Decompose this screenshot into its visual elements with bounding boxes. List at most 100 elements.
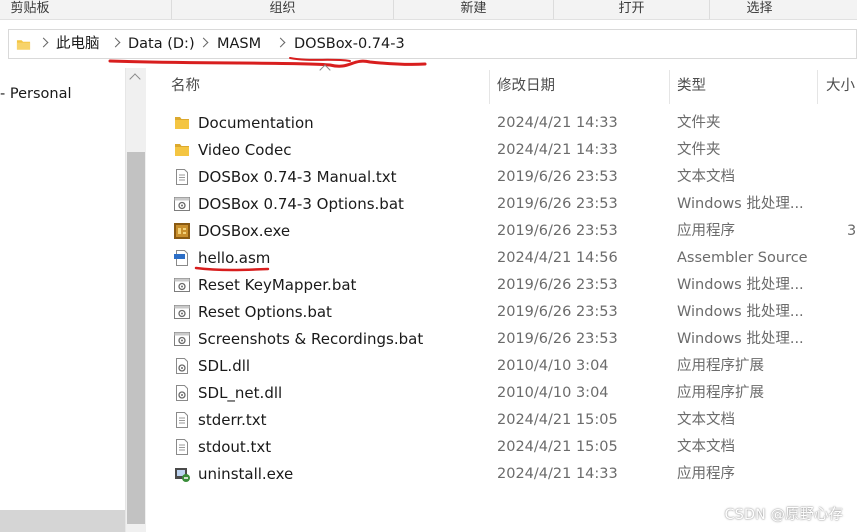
file-type: 文件夹 [677, 142, 721, 158]
file-row[interactable]: stderr.txt 2024/4/21 15:05 文本文档 [164, 407, 857, 434]
uninstall-app-icon [173, 465, 191, 483]
file-name[interactable]: DOSBox.exe [198, 218, 290, 245]
file-date: 2010/4/10 3:04 [497, 385, 609, 401]
file-name[interactable]: DOSBox 0.74-3 Manual.txt [198, 164, 397, 191]
file-row[interactable]: hello.asm 2024/4/21 14:56 Assembler Source [164, 245, 857, 272]
ribbon-group-select: 选择 [709, 0, 809, 19]
file-type: 文本文档 [677, 412, 735, 428]
file-row[interactable]: DOSBox 0.74-3 Options.bat 2019/6/26 23:53… [164, 191, 857, 218]
watermark: CSDN @原野心存 [724, 507, 843, 523]
file-name[interactable]: stderr.txt [198, 407, 267, 434]
file-type: 文件夹 [677, 115, 721, 131]
column-divider[interactable] [817, 70, 818, 104]
dosbox-app-icon [173, 222, 191, 240]
file-name[interactable]: Reset Options.bat [198, 299, 332, 326]
file-name[interactable]: Video Codec [198, 137, 291, 164]
file-row[interactable]: SDL.dll 2010/4/10 3:04 应用程序扩展 [164, 353, 857, 380]
file-type: 文本文档 [677, 169, 735, 185]
chevron-right-icon[interactable] [38, 37, 49, 48]
text-file-icon [173, 438, 191, 456]
file-date: 2024/4/21 15:05 [497, 412, 618, 428]
file-row[interactable]: stdout.txt 2024/4/21 15:05 文本文档 [164, 434, 857, 461]
file-date: 2019/6/26 23:53 [497, 277, 618, 293]
folder-icon [173, 141, 191, 159]
folder-icon [16, 37, 31, 56]
vertical-scrollbar[interactable] [125, 68, 146, 532]
text-file-icon [173, 168, 191, 186]
file-date: 2019/6/26 23:53 [497, 169, 618, 185]
file-type: 文本文档 [677, 439, 735, 455]
file-row[interactable]: Video Codec 2024/4/21 14:33 文件夹 [164, 137, 857, 164]
ribbon-group-open: 打开 [553, 0, 709, 19]
file-name[interactable]: hello.asm [198, 245, 270, 272]
file-date: 2024/4/21 15:05 [497, 439, 618, 455]
folder-icon [173, 114, 191, 132]
batch-file-icon [173, 330, 191, 348]
file-name[interactable]: Screenshots & Recordings.bat [198, 326, 423, 353]
file-row[interactable]: SDL_net.dll 2010/4/10 3:04 应用程序扩展 [164, 380, 857, 407]
file-list: Documentation 2024/4/21 14:33 文件夹 Video Cod… [164, 110, 857, 488]
file-type: 应用程序 [677, 223, 735, 239]
file-date: 2019/6/26 23:53 [497, 196, 618, 212]
batch-file-icon [173, 195, 191, 213]
file-date: 2024/4/21 14:56 [497, 250, 618, 266]
file-name[interactable]: SDL_net.dll [198, 380, 282, 407]
file-type: Windows 批处理... [677, 331, 804, 347]
chevron-right-icon[interactable] [275, 37, 286, 48]
chevron-right-icon[interactable] [110, 37, 121, 48]
file-type: 应用程序扩展 [677, 385, 764, 401]
file-name[interactable]: Reset KeyMapper.bat [198, 272, 356, 299]
file-row[interactable]: uninstall.exe 2024/4/21 14:33 应用程序 [164, 461, 857, 488]
dll-file-icon [173, 384, 191, 402]
chevron-right-icon[interactable] [198, 37, 209, 48]
file-name[interactable]: uninstall.exe [198, 461, 293, 488]
breadcrumb-this-pc[interactable]: 此电脑 [56, 30, 100, 58]
column-header-type[interactable]: 类型 [677, 70, 817, 104]
file-name[interactable]: SDL.dll [198, 353, 250, 380]
ribbon-group-clipboard: 剪贴板 [10, 1, 50, 16]
column-header-name[interactable]: 名称 [171, 70, 489, 104]
file-row[interactable]: Reset KeyMapper.bat 2019/6/26 23:53 Window… [164, 272, 857, 299]
chevron-up-icon[interactable] [129, 73, 141, 85]
file-type: 应用程序扩展 [677, 358, 764, 374]
file-row[interactable]: Reset Options.bat 2019/6/26 23:53 Windows … [164, 299, 857, 326]
breadcrumb-drive[interactable]: Data (D:) [128, 30, 195, 58]
batch-file-icon [173, 276, 191, 294]
text-file-icon [173, 411, 191, 429]
dll-file-icon [173, 357, 191, 375]
address-bar[interactable]: 此电脑 Data (D:) MASM DOSBox-0.74-3 [8, 29, 857, 59]
file-date: 2019/6/26 23:53 [497, 331, 618, 347]
file-date: 2019/6/26 23:53 [497, 223, 618, 239]
file-name[interactable]: DOSBox 0.74-3 Options.bat [198, 191, 404, 218]
navigation-pane: - Personal [0, 68, 125, 532]
ribbon-group-organize: 组织 [171, 0, 393, 19]
breadcrumb-masm[interactable]: MASM [217, 30, 261, 58]
file-type: Windows 批处理... [677, 196, 804, 212]
file-type: Assembler Source [677, 250, 808, 266]
column-header-date[interactable]: 修改日期 [497, 70, 669, 104]
file-type: Windows 批处理... [677, 304, 804, 320]
file-row[interactable]: DOSBox.exe 2019/6/26 23:53 应用程序 3 [164, 218, 857, 245]
breadcrumb-dosbox[interactable]: DOSBox-0.74-3 [294, 30, 405, 58]
asm-file-icon [173, 249, 191, 267]
scrollbar-thumb[interactable] [127, 152, 145, 524]
nav-item-personal[interactable]: - Personal [0, 86, 71, 102]
file-date: 2019/6/26 23:53 [497, 304, 618, 320]
file-type: Windows 批处理... [677, 277, 804, 293]
file-row[interactable]: Screenshots & Recordings.bat 2019/6/26 23… [164, 326, 857, 353]
column-divider[interactable] [489, 70, 490, 104]
file-date: 2010/4/10 3:04 [497, 358, 609, 374]
file-type: 应用程序 [677, 466, 735, 482]
file-size: 3 [847, 223, 857, 239]
ribbon-group-new: 新建 [393, 0, 553, 19]
nav-selected-item[interactable] [0, 510, 125, 532]
file-name[interactable]: Documentation [198, 110, 314, 137]
column-divider[interactable] [669, 70, 670, 104]
file-name[interactable]: stdout.txt [198, 434, 271, 461]
file-date: 2024/4/21 14:33 [497, 466, 618, 482]
file-row[interactable]: DOSBox 0.74-3 Manual.txt 2019/6/26 23:53 文… [164, 164, 857, 191]
column-header-size[interactable]: 大小 [826, 70, 857, 104]
file-date: 2024/4/21 14:33 [497, 115, 618, 131]
file-row[interactable]: Documentation 2024/4/21 14:33 文件夹 [164, 110, 857, 137]
file-date: 2024/4/21 14:33 [497, 142, 618, 158]
